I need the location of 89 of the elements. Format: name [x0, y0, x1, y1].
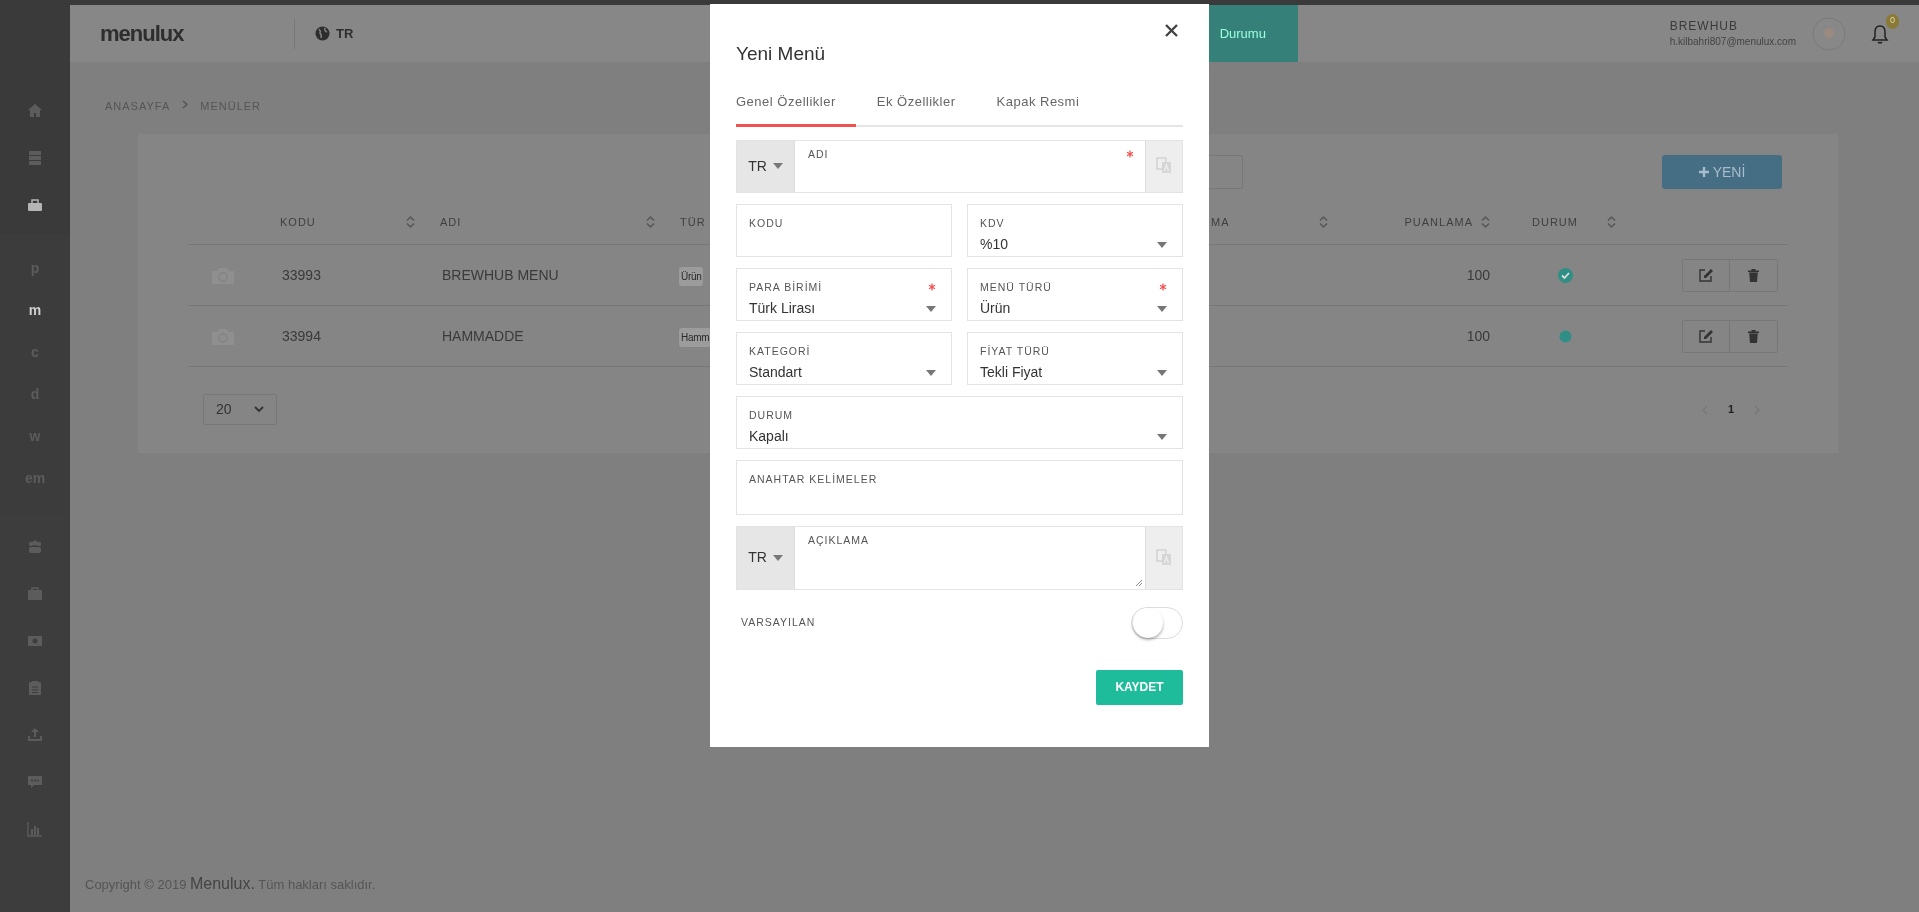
field-value: Ürün: [980, 299, 1011, 319]
sidebar-item[interactable]: m: [28, 299, 42, 321]
type-tag: Ürün: [679, 266, 704, 286]
briefcase-icon[interactable]: [27, 585, 43, 602]
sort-icon: [646, 216, 655, 228]
dialog-title: Yeni Menü: [736, 42, 827, 66]
tab[interactable]: Genel Özellikler: [736, 88, 856, 127]
edit-button[interactable]: [1682, 319, 1730, 353]
caret-down-icon: [926, 369, 936, 376]
caret-down-icon: [1157, 433, 1167, 440]
field-label: PARA BİRİMİ: [749, 279, 823, 295]
select-field[interactable]: DURUM Kapalı: [736, 395, 1183, 449]
notification-badge: 0: [1886, 13, 1899, 29]
basket-icon[interactable]: [27, 196, 43, 213]
bar-chart-icon[interactable]: [27, 820, 43, 837]
column-header[interactable]: PUANLAMA: [1340, 213, 1500, 231]
field-label: MENÜ TÜRÜ: [980, 279, 1052, 295]
required-asterisk-icon: [928, 282, 936, 291]
close-icon: [1165, 24, 1178, 37]
select-field[interactable]: FİYAT TÜRÜ Tekli Fiyat: [967, 331, 1183, 385]
sort-icon: [1607, 216, 1616, 228]
close-button[interactable]: [1165, 24, 1178, 37]
tab[interactable]: Ek Özellikler: [876, 88, 976, 127]
type-tag: Hamm: [679, 327, 712, 347]
select-field[interactable]: MENÜ TÜRÜ Ürün: [967, 267, 1183, 321]
input-field[interactable]: KODU: [736, 203, 952, 257]
bell-icon[interactable]: [1871, 23, 1889, 44]
table-cell: HAMMADDE: [442, 327, 524, 344]
plus-icon: [1698, 167, 1709, 177]
field-label: KATEGORİ: [749, 343, 811, 359]
select-field[interactable]: PARA BİRİMİ Türk Lirası: [736, 267, 952, 321]
chat-icon[interactable]: [27, 773, 43, 790]
page-size-select[interactable]: 20: [203, 394, 277, 425]
field-label: DURUM: [749, 407, 794, 423]
field-label: KODU: [749, 215, 784, 231]
field-value: Tekli Fiyat: [980, 363, 1043, 383]
column-header[interactable]: ADI: [430, 213, 670, 231]
select-field[interactable]: KATEGORİ Standart: [736, 331, 952, 385]
user-name: BREWHUB: [1669, 18, 1739, 34]
column-header[interactable]: DURUM: [1500, 213, 1640, 231]
chevron-right-icon: [182, 100, 189, 109]
caret-down-icon: [926, 305, 936, 312]
drawers-icon[interactable]: [27, 149, 43, 166]
table-cell: 33994: [282, 327, 321, 344]
home-icon[interactable]: [27, 102, 43, 119]
field-value: Türk Lirası: [749, 299, 816, 319]
required-asterisk-icon: [1159, 282, 1167, 291]
column-header[interactable]: KODU: [258, 213, 430, 231]
field-value: Kapalı: [749, 427, 789, 447]
toggle-switch[interactable]: [1131, 606, 1183, 639]
chevron-down-icon: [254, 406, 264, 413]
user-email: h.kilbahri807@menulux.com: [1669, 34, 1796, 49]
field-label: KDV: [980, 215, 1005, 231]
table-cell: 33993: [282, 266, 321, 283]
caret-down-icon: [1157, 369, 1167, 376]
table-cell: 100: [1466, 266, 1490, 283]
field-label: ANAHTAR KELİMELER: [749, 471, 878, 487]
new-button[interactable]: YENİ: [1662, 155, 1782, 189]
upload-icon[interactable]: [27, 726, 43, 743]
tab[interactable]: Kapak Resmi: [996, 88, 1100, 127]
select-field[interactable]: KDV %10: [967, 203, 1183, 257]
column-header[interactable]: MA: [1210, 213, 1340, 231]
sort-icon: [1481, 216, 1490, 228]
globe-icon: [315, 26, 330, 41]
save-button[interactable]: KAYDET: [1096, 669, 1183, 705]
edit-icon: [1699, 329, 1713, 343]
edit-icon: [1699, 268, 1713, 282]
caret-down-icon: [1157, 241, 1167, 248]
language-button[interactable]: TR: [315, 23, 354, 44]
field-value: %10: [980, 235, 1009, 255]
delete-button[interactable]: [1730, 319, 1778, 353]
logo: menulux: [100, 20, 184, 48]
field-value: Standart: [749, 363, 802, 383]
caret-down-icon: [1157, 305, 1167, 312]
users-icon[interactable]: [27, 538, 43, 555]
clipboard-icon[interactable]: [27, 679, 43, 696]
delete-button[interactable]: [1730, 258, 1778, 292]
avatar-icon[interactable]: [1812, 16, 1846, 51]
edit-button[interactable]: [1682, 258, 1730, 292]
input-field[interactable]: ANAHTAR KELİMELER: [736, 459, 1183, 515]
trash-icon: [1748, 329, 1759, 343]
sort-icon: [406, 216, 415, 228]
toggle-label: VARSAYILAN: [741, 614, 816, 630]
page-button[interactable]: 1: [1727, 401, 1734, 418]
sort-icon: [1319, 216, 1328, 228]
trash-icon: [1748, 268, 1759, 282]
table-cell: BREWHUB MENU: [442, 266, 559, 283]
table-cell: 100: [1466, 327, 1490, 344]
field-label: FİYAT TÜRÜ: [980, 343, 1050, 359]
